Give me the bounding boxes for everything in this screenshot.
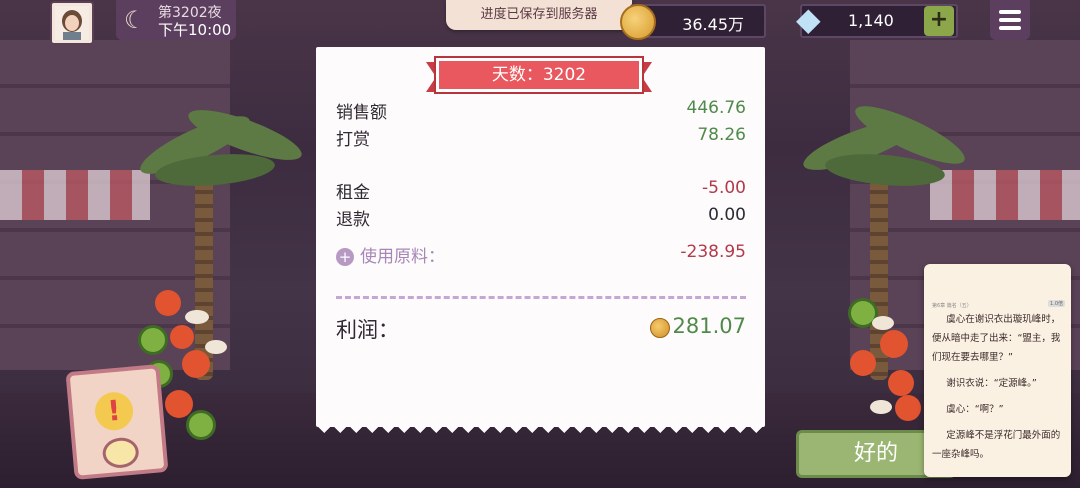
expand-plus-icon[interactable]: + bbox=[336, 248, 354, 266]
receipt-row-label: 退款 bbox=[336, 210, 370, 230]
receipt-row-label: 打赏 bbox=[336, 130, 370, 150]
coin-balance: 36.45万 bbox=[620, 4, 766, 40]
pepper-slice-icon bbox=[186, 410, 216, 440]
speed-tag[interactable]: 1.0倍 bbox=[1048, 300, 1065, 307]
coin-icon bbox=[650, 318, 670, 338]
profit-value: 281.07 bbox=[672, 314, 746, 338]
pepper-slice-icon bbox=[138, 325, 168, 355]
player-avatar[interactable] bbox=[50, 1, 94, 45]
tomato-slice-icon bbox=[880, 330, 908, 358]
night-time-panel: ☾ 第3202夜 下午10:00 bbox=[116, 0, 236, 40]
save-toast: 进度已保存到服务器 bbox=[446, 0, 632, 30]
garlic-icon bbox=[185, 310, 209, 324]
alert-knob-icon bbox=[101, 436, 140, 470]
receipt-row-label: 销售额 bbox=[336, 103, 387, 123]
avatar-portrait-icon bbox=[55, 6, 89, 40]
garlic-icon bbox=[870, 400, 892, 414]
add-gems-button[interactable]: + bbox=[924, 6, 954, 36]
receipt-row-label: 租金 bbox=[336, 183, 370, 203]
clock-time: 下午10:00 bbox=[158, 21, 232, 39]
right-awning bbox=[930, 170, 1080, 220]
garlic-icon bbox=[205, 340, 227, 354]
gem-value: 1,140 bbox=[848, 11, 894, 30]
moon-icon: ☾ bbox=[124, 6, 146, 34]
receipt-row-value: 78.26 bbox=[697, 125, 746, 145]
coin-icon bbox=[620, 4, 656, 40]
garlic-icon bbox=[872, 316, 894, 330]
receipt-row-ingredients[interactable]: + 使用原料： -238.95 bbox=[336, 242, 746, 267]
diamond-icon: ◆ bbox=[796, 0, 821, 38]
tomato-slice-icon bbox=[170, 325, 194, 349]
hamburger-menu-icon[interactable] bbox=[990, 0, 1030, 40]
receipt-row-refund: 退款 0.00 bbox=[336, 205, 746, 230]
profit-label: 利润： bbox=[336, 318, 399, 342]
gem-balance: ◆ 1,140 + bbox=[796, 0, 958, 38]
tomato-slice-icon bbox=[850, 350, 876, 376]
reader-paragraph: 定源峰不是浮花门最外面的一座杂峰吗。 bbox=[932, 430, 1061, 460]
reader-paragraph: 谢识衣说：“定源峰。” bbox=[946, 378, 1037, 389]
tomato-slice-icon bbox=[165, 390, 193, 418]
receipt-row-rent: 租金 -5.00 bbox=[336, 178, 746, 203]
receipt-row-value: 446.76 bbox=[686, 98, 746, 118]
receipt-row-tips: 打赏 78.26 bbox=[336, 125, 746, 150]
alert-card[interactable]: ! bbox=[65, 364, 169, 480]
chapter-header: 第6章 篇名（五） bbox=[932, 303, 972, 309]
reader-paragraph: 虞心在谢识衣出璇玑峰时，便从暗中走了出来：“盟主，我们现在要去哪里？” bbox=[932, 314, 1061, 363]
tomato-slice-icon bbox=[155, 290, 181, 316]
tomato-slice-icon bbox=[182, 350, 210, 378]
receipt-row-value: 0.00 bbox=[708, 205, 746, 225]
receipt-row-label: 使用原料： bbox=[360, 247, 445, 267]
day-banner: 天数：3202 bbox=[426, 58, 652, 94]
tomato-slice-icon bbox=[895, 395, 921, 421]
receipt-row-value: -5.00 bbox=[702, 178, 746, 198]
tomato-slice-icon bbox=[888, 370, 914, 396]
reader-paragraph: 虞心：“啊？” bbox=[946, 404, 1004, 415]
novel-reader-panel[interactable]: 第6章 篇名（五） 1.0倍 虞心在谢识衣出璇玑峰时，便从暗中走了出来：“盟主，… bbox=[924, 264, 1071, 477]
day-banner-text: 天数：3202 bbox=[436, 58, 642, 92]
receipt-row-sales: 销售额 446.76 bbox=[336, 98, 746, 123]
exclamation-alert-icon: ! bbox=[93, 390, 135, 432]
receipt-row-value: -238.95 bbox=[680, 242, 746, 262]
coin-value: 36.45万 bbox=[682, 15, 744, 34]
receipt-divider bbox=[336, 296, 746, 299]
